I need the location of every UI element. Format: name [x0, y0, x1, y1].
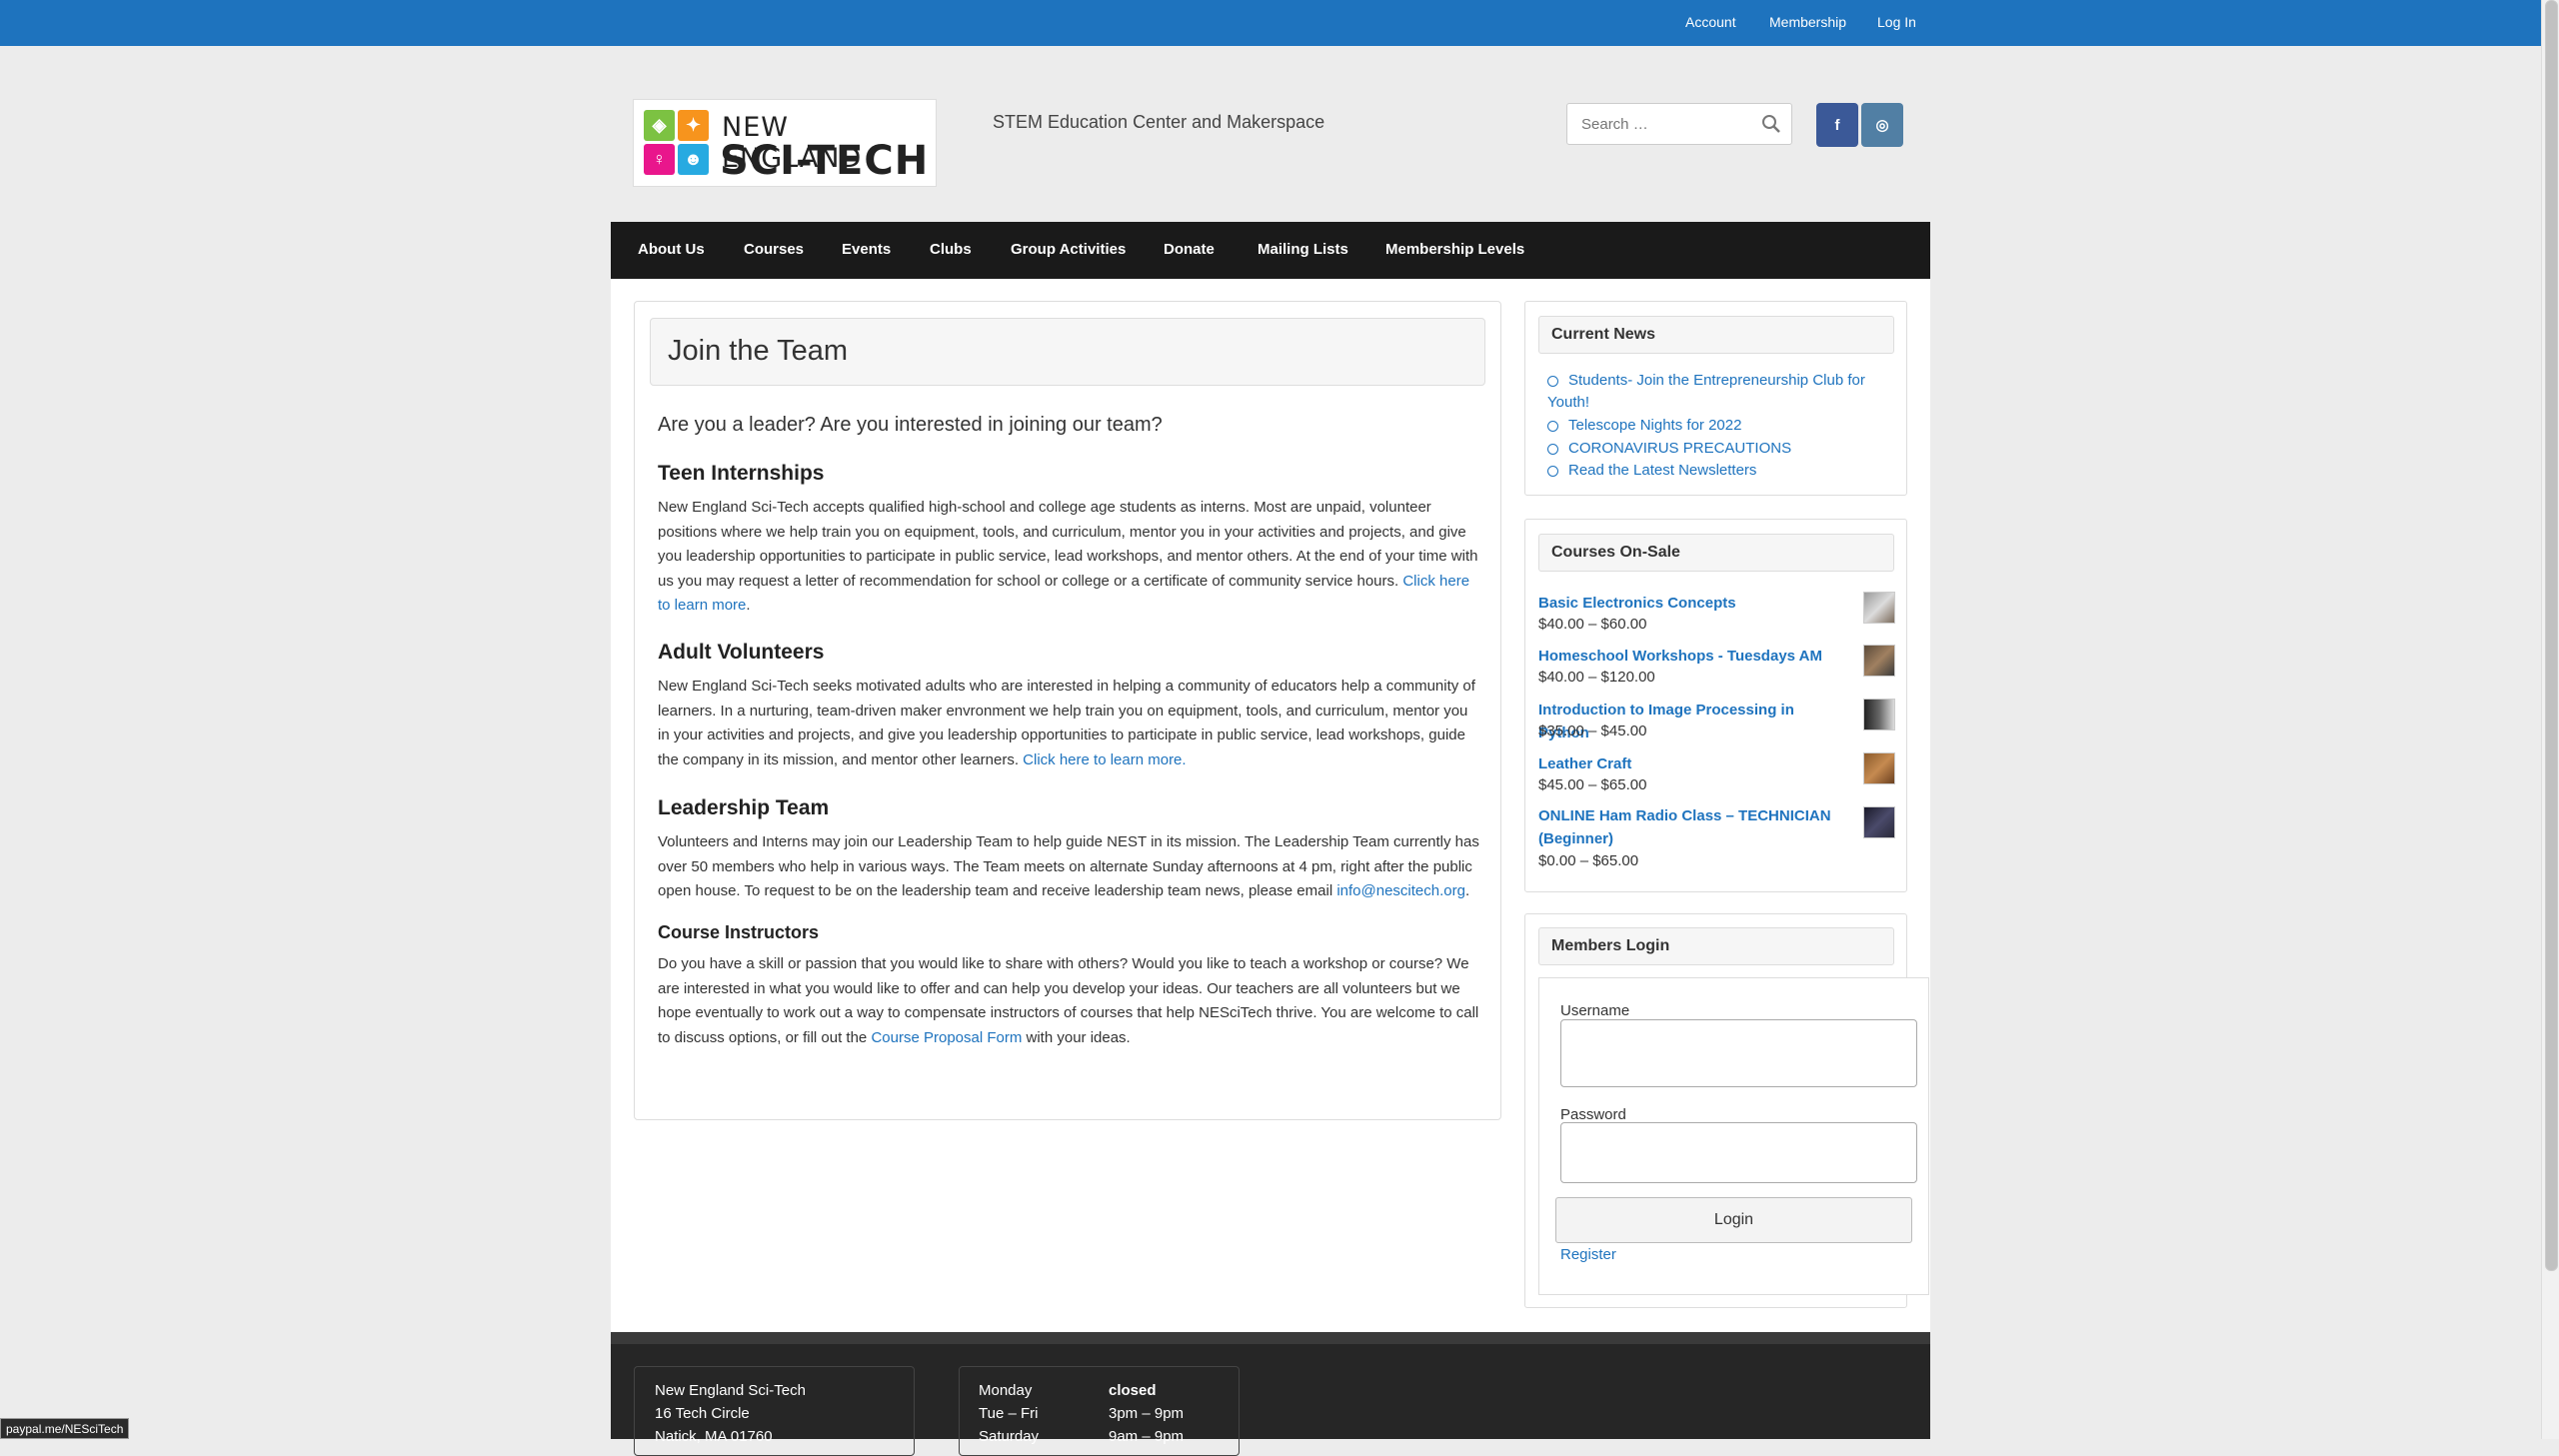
- paragraph-course-instructors: Do you have a skill or passion that you …: [658, 955, 1479, 1046]
- course-price: $0.00 – $65.00: [1538, 852, 1639, 869]
- course-thumbnail[interactable]: [1863, 699, 1895, 730]
- course-thumbnail[interactable]: [1863, 806, 1895, 838]
- nav-membership-levels[interactable]: Membership Levels: [1385, 241, 1524, 258]
- course-price: $40.00 – $120.00: [1538, 669, 1655, 686]
- search-icon[interactable]: [1761, 114, 1781, 134]
- courses-widget-title: Courses On-Sale: [1538, 534, 1894, 572]
- course-thumbnail[interactable]: [1863, 752, 1895, 784]
- scrollbar[interactable]: [2541, 0, 2559, 1439]
- course-thumbnail[interactable]: [1863, 592, 1895, 624]
- logo-line-2: SCI-TECH: [720, 138, 930, 184]
- password-field[interactable]: [1560, 1122, 1917, 1183]
- site-logo[interactable]: ◈ ✦ ♀ ☻ NEW ENGLAND SCI-TECH: [633, 99, 937, 187]
- facebook-icon[interactable]: f: [1816, 103, 1858, 147]
- site-tagline: STEM Education Center and Makerspace: [993, 112, 1325, 132]
- heading-course-instructors: Course Instructors: [658, 922, 820, 942]
- nav-mailing-lists[interactable]: Mailing Lists: [1258, 241, 1348, 258]
- footer-band: [611, 1332, 1930, 1344]
- register-link[interactable]: Register: [1560, 1246, 1616, 1263]
- bullet-icon: [1547, 420, 1558, 432]
- page-title: Join the Team: [668, 335, 849, 367]
- logo-mark-icon: ◈ ✦ ♀ ☻: [644, 110, 710, 176]
- page-title-box: Join the Team: [650, 318, 1485, 386]
- paragraph-adult-volunteers: New England Sci-Tech seeks motivated adu…: [658, 678, 1475, 768]
- paragraph-leadership-team: Volunteers and Interns may join our Lead…: [658, 833, 1479, 899]
- course-link[interactable]: Leather Craft: [1538, 752, 1838, 775]
- news-item[interactable]: CORONAVIRUS PRECAUTIONS: [1547, 438, 1897, 460]
- bullet-icon: [1547, 465, 1558, 477]
- course-price: $40.00 – $60.00: [1538, 616, 1647, 633]
- login-widget-title: Members Login: [1538, 927, 1894, 965]
- account-link[interactable]: Account: [1685, 14, 1736, 30]
- instagram-icon[interactable]: ◎: [1861, 103, 1903, 147]
- news-item[interactable]: Read the Latest Newsletters: [1547, 460, 1897, 482]
- membership-link[interactable]: Membership: [1769, 14, 1846, 30]
- footer-hours-times: closed 3pm – 9pm 9am – 9pm: [1109, 1382, 1185, 1445]
- search-input[interactable]: [1579, 115, 1753, 134]
- nav-events[interactable]: Events: [842, 241, 891, 258]
- news-item[interactable]: Telescope Nights for 2022: [1547, 415, 1897, 437]
- paragraph-teen-internships: New England Sci-Tech accepts qualified h…: [658, 499, 1478, 614]
- nav-courses[interactable]: Courses: [744, 241, 804, 258]
- course-price: $35.00 – $45.00: [1538, 723, 1647, 739]
- footer-hours-days: Monday Tue – Fri Saturday: [979, 1382, 1040, 1445]
- course-link[interactable]: Homeschool Workshops - Tuesdays AM: [1538, 645, 1838, 668]
- heading-teen-internships: Teen Internships: [658, 462, 825, 485]
- status-bar-link: paypal.me/NESciTech: [0, 1418, 130, 1439]
- password-label: Password: [1560, 1106, 1626, 1123]
- login-button[interactable]: Login: [1555, 1197, 1912, 1243]
- course-link[interactable]: ONLINE Ham Radio Class – TECHNICIAN (Beg…: [1538, 804, 1838, 850]
- bullet-icon: [1547, 443, 1558, 455]
- adult-volunteers-link[interactable]: Click here to learn more.: [1023, 751, 1186, 768]
- search-box: [1566, 103, 1792, 145]
- course-price: $45.00 – $65.00: [1538, 776, 1647, 793]
- scrollbar-thumb[interactable]: [2545, 0, 2558, 1271]
- top-bar: Account Membership Log In: [0, 0, 2542, 46]
- heading-adult-volunteers: Adult Volunteers: [658, 641, 825, 664]
- nav-clubs[interactable]: Clubs: [930, 241, 972, 258]
- intro-text: Are you a leader? Are you interested in …: [658, 414, 1163, 436]
- heading-leadership-team: Leadership Team: [658, 796, 830, 819]
- nav-group-activities[interactable]: Group Activities: [1011, 241, 1126, 258]
- footer-address: New England Sci-Tech 16 Tech Circle Nati…: [655, 1382, 806, 1445]
- course-thumbnail[interactable]: [1863, 645, 1895, 677]
- main-nav: About Us Courses Events Clubs Group Acti…: [611, 222, 1930, 279]
- nav-donate[interactable]: Donate: [1164, 241, 1215, 258]
- login-link[interactable]: Log In: [1877, 14, 1916, 30]
- news-item[interactable]: Students- Join the Entrepreneurship Club…: [1547, 370, 1897, 414]
- email-link[interactable]: info@nescitech.org: [1336, 882, 1465, 899]
- bullet-icon: [1547, 375, 1558, 387]
- course-proposal-link[interactable]: Course Proposal Form: [871, 1029, 1022, 1046]
- course-link[interactable]: Basic Electronics Concepts: [1538, 592, 1838, 615]
- news-widget-title: Current News: [1538, 316, 1894, 354]
- username-field[interactable]: [1560, 1019, 1917, 1087]
- nav-about-us[interactable]: About Us: [638, 241, 705, 258]
- username-label: Username: [1560, 1002, 1630, 1019]
